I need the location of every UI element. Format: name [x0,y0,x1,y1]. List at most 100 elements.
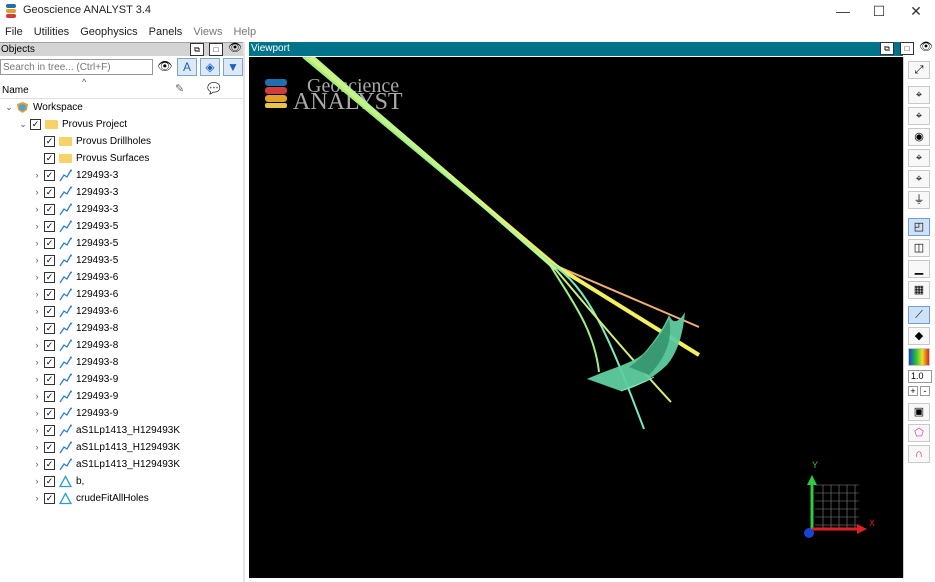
expand-chevron-icon[interactable]: › [32,218,42,235]
tree-row[interactable]: › ✓ 129493-3 [0,167,243,184]
edit-pencil-icon[interactable]: ✎ [175,82,184,95]
tree-row[interactable]: ✓ Provus Surfaces [0,150,243,167]
tree-row[interactable]: › ✓ 129493-9 [0,405,243,422]
clip-plane-icon[interactable]: ⏚ [908,191,930,209]
tree-row[interactable]: › ✓ 129493-9 [0,388,243,405]
zoom-plus-button[interactable]: + [908,386,918,396]
visibility-checkbox[interactable]: ✓ [44,323,55,334]
expand-chevron-icon[interactable]: › [32,235,42,252]
viewport-eye-icon[interactable]: 👁 [919,42,933,55]
menu-geophysics[interactable]: Geophysics [75,24,143,41]
column-name-label[interactable]: Name [2,85,29,96]
grid-icon[interactable]: ▦ [908,281,930,299]
tree-row[interactable]: › ✓ 129493-6 [0,269,243,286]
menu-views[interactable]: Views [188,24,228,41]
float-panel-icon[interactable]: ⧉ [190,43,204,56]
menu-utilities[interactable]: Utilities [29,24,75,41]
expand-chevron-icon[interactable]: › [32,252,42,269]
view-top-icon[interactable]: ⌖ [908,86,930,104]
minimize-button[interactable]: — [824,0,862,22]
tree-row[interactable]: ✓ Provus Drillholes [0,133,243,150]
view-front-icon[interactable]: ◉ [908,128,930,146]
visibility-checkbox[interactable]: ✓ [44,204,55,215]
expand-chevron-icon[interactable]: › [32,439,42,456]
comment-icon[interactable]: 💬 [207,82,221,95]
visibility-checkbox[interactable]: ✓ [44,442,55,453]
tree-row[interactable]: › ✓ aS1Lp1413_H129493K [0,439,243,456]
visibility-checkbox[interactable]: ✓ [44,493,55,504]
expand-chevron-icon[interactable]: › [32,269,42,286]
maximize-button[interactable]: ☐ [860,0,898,22]
axes-icon[interactable]: ⟋ [908,306,930,324]
visibility-checkbox[interactable]: ✓ [44,459,55,470]
visibility-checkbox[interactable]: ✓ [44,153,55,164]
visibility-filter-icon[interactable]: 👁 [155,58,175,76]
view-bottom-icon[interactable]: ⌖ [908,107,930,125]
visibility-checkbox[interactable]: ✓ [44,136,55,147]
eye-icon[interactable]: 👁 [228,43,242,56]
tree-row[interactable]: › ✓ 129493-8 [0,320,243,337]
expand-chevron-icon[interactable]: › [32,456,42,473]
view-back-icon[interactable]: ⌖ [908,170,930,188]
tree-row[interactable]: › ✓ 129493-5 [0,218,243,235]
panel-splitter[interactable] [243,42,245,582]
expand-chevron-icon[interactable]: › [32,201,42,218]
sort-caret-icon[interactable]: ^ [82,77,86,87]
tree-row[interactable]: › ✓ 129493-3 [0,201,243,218]
visibility-checkbox[interactable]: ✓ [44,391,55,402]
visibility-checkbox[interactable]: ✓ [44,221,55,232]
tree-row[interactable]: › ✓ 129493-5 [0,252,243,269]
collapse-chevron-icon[interactable]: ⌄ [4,99,14,116]
3d-viewport[interactable]: Geoscience ANALYST Y X [249,57,903,578]
expand-chevron-icon[interactable]: › [32,422,42,439]
colorbar-icon[interactable] [908,348,930,366]
funnel-filter-icon[interactable]: ▼ [223,58,243,76]
expand-chevron-icon[interactable]: › [32,354,42,371]
orthographic-icon[interactable]: ◫ [908,239,930,257]
visibility-checkbox[interactable]: ✓ [44,255,55,266]
expand-chevron-icon[interactable]: › [32,473,42,490]
tree-row[interactable]: › ✓ crudeFitAllHoles [0,490,243,507]
expand-chevron-icon[interactable]: › [32,320,42,337]
visibility-checkbox[interactable]: ✓ [44,289,55,300]
tree-row[interactable]: › ✓ 129493-5 [0,235,243,252]
tree-row[interactable]: › ✓ aS1Lp1413_H129493K [0,422,243,439]
viewport-float-icon[interactable]: ⧉ [880,42,894,55]
scene-canvas[interactable]: Geoscience ANALYST Y X [249,57,903,578]
tree-row[interactable]: › ✓ 129493-6 [0,303,243,320]
perspective-icon[interactable]: ◰ [908,218,930,236]
collapse-chevron-icon[interactable]: ⌄ [18,116,28,133]
expand-chevron-icon[interactable]: › [32,184,42,201]
visibility-checkbox[interactable]: ✓ [44,408,55,419]
visibility-checkbox[interactable]: ✓ [44,272,55,283]
screenshot-icon[interactable]: ▣ [908,403,930,421]
expand-chevron-icon[interactable]: › [32,167,42,184]
tree-row[interactable]: ⌄ ✓ Provus Project [0,116,243,133]
visibility-checkbox[interactable]: ✓ [44,238,55,249]
visibility-checkbox[interactable]: ✓ [44,476,55,487]
expand-chevron-icon[interactable]: › [32,337,42,354]
visibility-checkbox[interactable]: ✓ [30,119,41,130]
visibility-checkbox[interactable]: ✓ [44,374,55,385]
tree-row[interactable]: › ✓ 129493-8 [0,354,243,371]
expand-chevron-icon[interactable]: › [32,286,42,303]
shape-filter-icon[interactable]: ◈ [200,58,220,76]
tree-row[interactable]: › ✓ 129493-3 [0,184,243,201]
light-icon[interactable]: ◆ [908,327,930,345]
visibility-checkbox[interactable]: ✓ [44,170,55,181]
expand-chevron-icon[interactable]: › [32,303,42,320]
expand-chevron-icon[interactable]: › [32,388,42,405]
view-side-icon[interactable]: ⌖ [908,149,930,167]
ruler-icon[interactable]: ▁ [908,260,930,278]
zoom-input[interactable]: 1.0 [908,370,932,383]
expand-chevron-icon[interactable]: › [32,371,42,388]
tree-row[interactable]: › ✓ 129493-6 [0,286,243,303]
visibility-checkbox[interactable]: ✓ [44,425,55,436]
tree-row[interactable]: ⌄ Workspace [0,99,243,116]
visibility-checkbox[interactable]: ✓ [44,340,55,351]
tree-row[interactable]: › ✓ aS1Lp1413_H129493K [0,456,243,473]
visibility-checkbox[interactable]: ✓ [44,306,55,317]
maximize-panel-icon[interactable]: □ [209,43,223,56]
fit-view-icon[interactable]: ⤢ [908,61,930,79]
tree-row[interactable]: › ✓ 129493-9 [0,371,243,388]
